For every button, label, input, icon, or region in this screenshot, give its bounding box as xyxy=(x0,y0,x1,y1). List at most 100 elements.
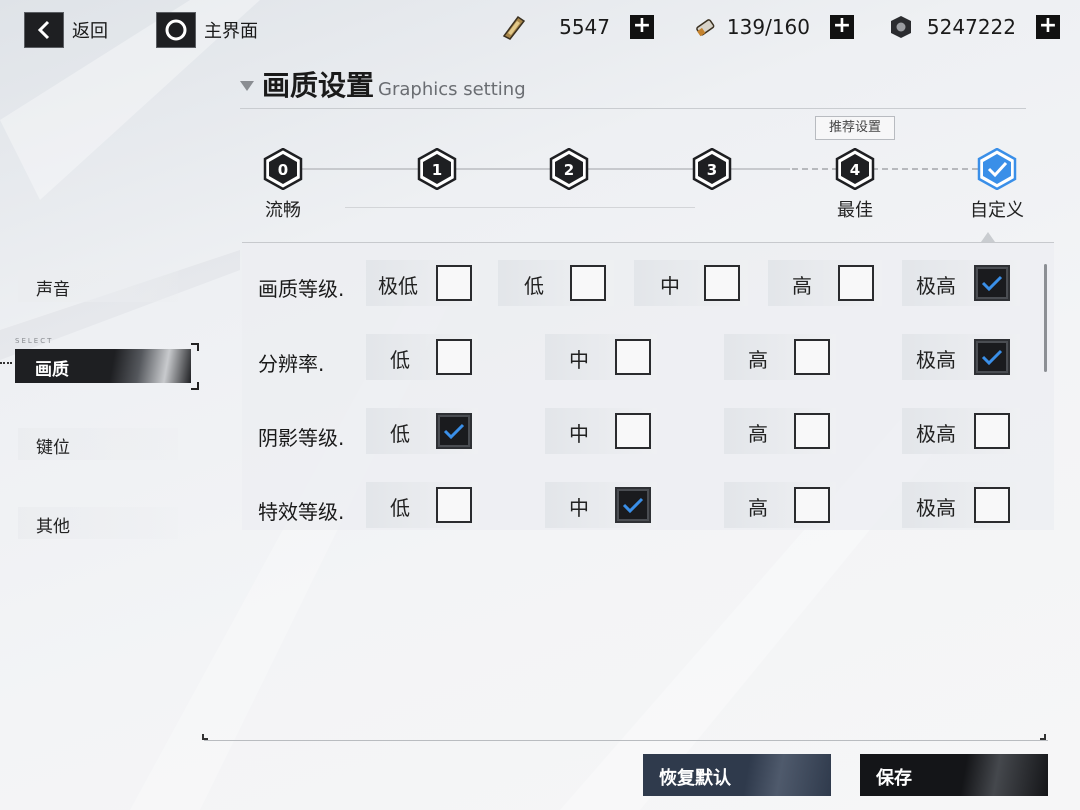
option-resolution-mid[interactable]: 中 xyxy=(545,334,657,380)
option-text: 极高 xyxy=(916,422,956,446)
checkbox[interactable] xyxy=(704,265,740,301)
checkbox-checked[interactable] xyxy=(974,265,1010,301)
option-effects-veryhigh[interactable]: 极高 xyxy=(902,482,1020,528)
section-title-en: Graphics setting xyxy=(378,79,526,100)
option-shadow-veryhigh[interactable]: 极高 xyxy=(902,408,1020,454)
checkmark-icon xyxy=(981,275,1003,292)
preset-0[interactable]: 0 xyxy=(263,147,303,191)
ammo-value: 139/160 xyxy=(726,15,810,39)
back-button[interactable]: 返回 xyxy=(24,12,108,48)
option-resolution-high[interactable]: 高 xyxy=(724,334,836,380)
option-quality-verylow[interactable]: 极低 xyxy=(366,260,478,306)
preset-1[interactable]: 1 xyxy=(417,147,457,191)
checkbox[interactable] xyxy=(436,487,472,523)
checkbox[interactable] xyxy=(794,413,830,449)
option-resolution-veryhigh[interactable]: 极高 xyxy=(902,334,1020,380)
checkmark-icon xyxy=(443,423,465,440)
option-text: 低 xyxy=(390,422,410,446)
option-text: 高 xyxy=(792,274,812,298)
home-button[interactable]: 主界面 xyxy=(156,12,258,48)
menu-item-graphics-label: 画质 xyxy=(35,360,69,380)
option-text: 中 xyxy=(660,274,680,298)
checkbox[interactable] xyxy=(615,339,651,375)
checkmark-icon xyxy=(981,349,1003,366)
checkbox-checked[interactable] xyxy=(974,339,1010,375)
preset-2[interactable]: 2 xyxy=(549,147,589,191)
preset-pointer-icon xyxy=(981,232,995,242)
checkbox[interactable] xyxy=(838,265,874,301)
preset-4-label: 最佳 xyxy=(837,200,873,221)
option-quality-veryhigh[interactable]: 极高 xyxy=(902,260,1020,306)
checkbox[interactable] xyxy=(974,487,1010,523)
save-label: 保存 xyxy=(876,768,912,789)
menu-item-keys-label: 键位 xyxy=(36,438,70,458)
option-quality-low[interactable]: 低 xyxy=(498,260,614,306)
title-divider xyxy=(240,108,1026,109)
checkbox[interactable] xyxy=(436,265,472,301)
menu-item-keys[interactable]: 键位 xyxy=(18,428,178,460)
preset-3-number: 3 xyxy=(707,161,717,179)
hex-nut-icon xyxy=(888,14,914,40)
checkbox[interactable] xyxy=(615,413,651,449)
panel-divider xyxy=(242,242,1054,243)
checkmark-icon xyxy=(622,497,644,514)
option-text: 中 xyxy=(569,348,589,372)
add-energy-button[interactable]: + xyxy=(630,15,654,39)
menu-item-sound[interactable]: 声音 xyxy=(18,270,178,302)
corner-mark-left xyxy=(202,734,208,740)
checkbox-checked[interactable] xyxy=(436,413,472,449)
option-shadow-mid[interactable]: 中 xyxy=(545,408,657,454)
checkbox-checked[interactable] xyxy=(615,487,651,523)
select-tag: SELECT xyxy=(15,337,54,345)
preset-0-label: 流畅 xyxy=(265,200,301,221)
option-effects-mid[interactable]: 中 xyxy=(545,482,657,528)
option-quality-mid[interactable]: 中 xyxy=(634,260,748,306)
resource-ammo: 139/160 + xyxy=(692,14,854,40)
option-text: 极低 xyxy=(378,274,418,298)
option-resolution-low[interactable]: 低 xyxy=(366,334,478,380)
checkbox[interactable] xyxy=(570,265,606,301)
preset-0-number: 0 xyxy=(278,161,288,179)
add-nut-button[interactable]: + xyxy=(1036,15,1060,39)
option-text: 高 xyxy=(748,348,768,372)
option-text: 极高 xyxy=(916,496,956,520)
section-title: 画质设置 Graphics setting xyxy=(240,64,526,104)
resource-nut: 5247222 + xyxy=(888,14,1060,40)
menu-item-graphics[interactable]: 画质 xyxy=(15,349,191,383)
row-effects-label: 特效等级. xyxy=(258,500,345,524)
checkbox[interactable] xyxy=(794,487,830,523)
recommend-tag: 推荐设置 xyxy=(815,116,895,140)
settings-scrollbar[interactable] xyxy=(1044,264,1047,372)
option-text: 极高 xyxy=(916,274,956,298)
checkbox[interactable] xyxy=(974,413,1010,449)
menu-item-other[interactable]: 其他 xyxy=(18,507,178,539)
option-effects-low[interactable]: 低 xyxy=(366,482,478,528)
add-ammo-button[interactable]: + xyxy=(830,15,854,39)
option-quality-high[interactable]: 高 xyxy=(768,260,882,306)
option-shadow-high[interactable]: 高 xyxy=(724,408,836,454)
preset-track-dashed xyxy=(792,168,978,170)
preset-subline xyxy=(345,207,695,208)
circle-home-icon xyxy=(156,12,196,48)
option-text: 低 xyxy=(524,274,544,298)
preset-4[interactable]: 4 xyxy=(835,147,875,191)
save-button[interactable]: 保存 xyxy=(860,754,1048,796)
option-text: 低 xyxy=(390,496,410,520)
checkbox[interactable] xyxy=(436,339,472,375)
option-shadow-low[interactable]: 低 xyxy=(366,408,478,454)
nut-value: 5247222 xyxy=(926,15,1016,39)
option-text: 高 xyxy=(748,496,768,520)
checkbox[interactable] xyxy=(794,339,830,375)
option-text: 极高 xyxy=(916,348,956,372)
reset-default-button[interactable]: 恢复默认 xyxy=(643,754,831,796)
preset-2-number: 2 xyxy=(564,161,574,179)
bracket-top xyxy=(191,343,199,351)
preset-custom[interactable] xyxy=(977,147,1017,191)
section-title-cn: 画质设置 xyxy=(262,69,375,102)
preset-3[interactable]: 3 xyxy=(692,147,732,191)
option-effects-high[interactable]: 高 xyxy=(724,482,836,528)
top-bar: 返回 主界面 5547 + 139/160 + 5247222 + xyxy=(0,0,1080,60)
preset-custom-label: 自定义 xyxy=(970,200,1024,221)
option-text: 中 xyxy=(569,422,589,446)
back-label: 返回 xyxy=(72,21,108,42)
